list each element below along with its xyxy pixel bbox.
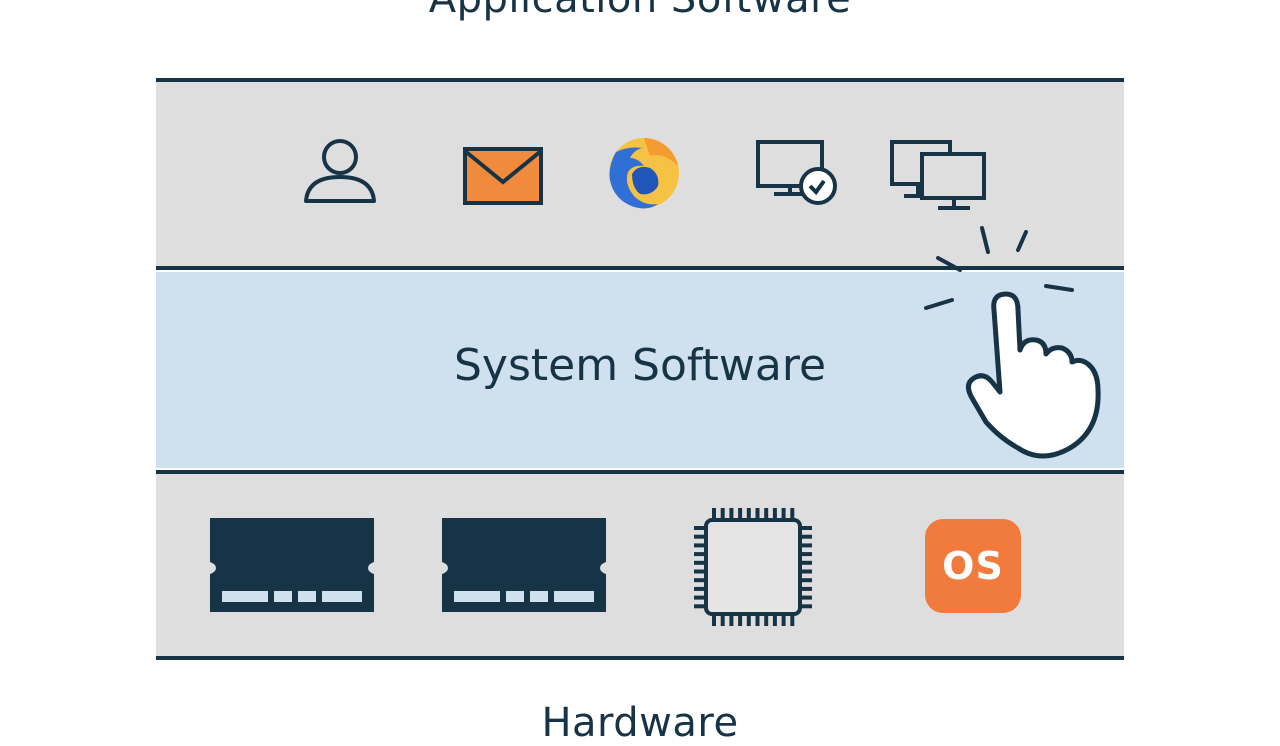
user-icon [304, 139, 376, 203]
hardware-title: Hardware [541, 700, 739, 746]
ram-module-icon [210, 518, 374, 612]
remote-desktop-icon [756, 140, 837, 205]
mail-icon [463, 147, 543, 205]
pointing-hand-icon [924, 226, 1101, 459]
browser-icon [609, 138, 679, 209]
ram-module-icon [442, 518, 606, 612]
multi-monitor-icon [890, 140, 986, 210]
os-badge-icon: OS [925, 519, 1021, 613]
cpu-chip-icon [694, 508, 812, 626]
application-software-title: Application Software [0, 0, 1280, 22]
